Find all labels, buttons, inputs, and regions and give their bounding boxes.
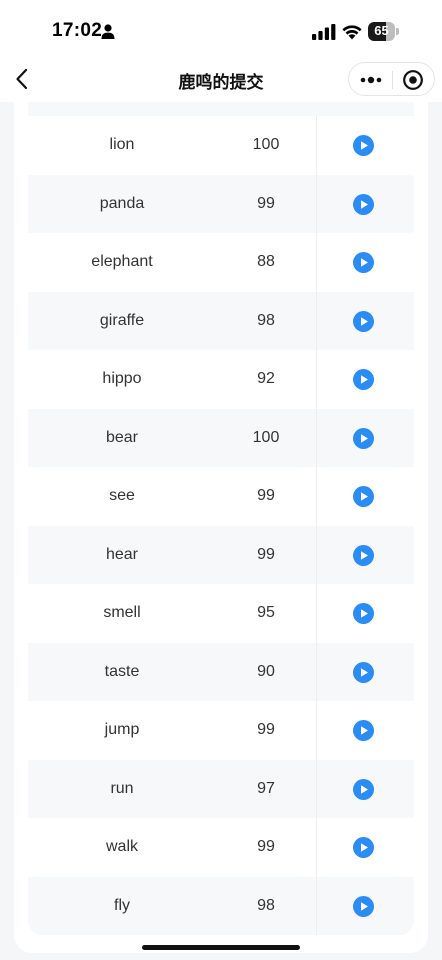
capsule-divider <box>392 71 393 89</box>
table-rows: lion 100 panda 99 elephant 88 giraffe 98… <box>28 116 414 935</box>
table-row: elephant 88 <box>28 233 414 292</box>
play-cell <box>316 350 414 409</box>
table-row: lion 100 <box>28 116 414 175</box>
play-circle-icon[interactable] <box>353 895 374 917</box>
word-cell: panda <box>99 194 145 212</box>
score-cell: 88 <box>257 253 275 270</box>
score-cell: 97 <box>257 779 275 797</box>
play-circle-icon[interactable] <box>353 720 374 741</box>
score-cell: 99 <box>257 721 275 738</box>
more-dots-icon[interactable] <box>359 71 383 89</box>
table-row: fly 98 <box>28 876 414 935</box>
play-cell <box>316 291 414 350</box>
play-cell <box>316 584 414 643</box>
word-cell: hippo <box>102 370 142 387</box>
play-cell <box>316 467 414 526</box>
score-cell: 99 <box>257 545 275 563</box>
play-cell <box>316 818 414 877</box>
previous-row-edge <box>28 102 414 116</box>
table-row: giraffe 98 <box>28 291 414 350</box>
table-row: hear 99 <box>28 525 414 584</box>
word-cell: taste <box>104 662 140 680</box>
word-cell: jump <box>104 721 140 738</box>
score-cell: 98 <box>257 896 275 914</box>
mini-program-capsule <box>348 62 435 96</box>
table-row: jump 99 <box>28 701 414 760</box>
play-circle-icon[interactable] <box>353 778 374 800</box>
submission-card: lion 100 panda 99 elephant 88 giraffe 98… <box>14 102 428 953</box>
word-cell: lion <box>109 136 135 153</box>
table-row: panda 99 <box>28 174 414 233</box>
score-table: lion 100 panda 99 elephant 88 giraffe 98… <box>28 102 414 936</box>
record-target-icon[interactable] <box>402 69 424 91</box>
table-row: walk 99 <box>28 818 414 877</box>
play-circle-icon[interactable] <box>353 544 374 566</box>
home-indicator <box>142 945 300 950</box>
person-icon <box>101 24 115 39</box>
play-circle-icon[interactable] <box>353 837 374 858</box>
play-cell <box>316 408 414 467</box>
play-circle-icon[interactable] <box>353 252 374 273</box>
status-bar: 17:02 65 <box>0 0 442 56</box>
screen: 17:02 65 鹿鸣的提交 lion 100 panda 99 elephan… <box>0 0 442 960</box>
play-cell <box>316 525 414 584</box>
play-circle-icon[interactable] <box>353 603 374 624</box>
battery-body: 65 <box>368 22 395 41</box>
word-cell: fly <box>114 896 130 914</box>
word-cell: see <box>109 487 135 504</box>
word-cell: giraffe <box>99 311 145 329</box>
battery-level: 65 <box>374 23 389 38</box>
word-cell: bear <box>105 428 139 446</box>
score-cell: 98 <box>257 311 275 329</box>
score-cell: 92 <box>257 370 275 387</box>
table-row: taste 90 <box>28 642 414 701</box>
battery-cap <box>396 28 399 35</box>
play-cell <box>316 759 414 818</box>
score-cell: 99 <box>257 194 275 212</box>
word-cell: walk <box>105 838 138 855</box>
play-circle-icon[interactable] <box>353 310 374 332</box>
play-circle-icon[interactable] <box>353 369 374 390</box>
word-cell: smell <box>103 604 141 621</box>
play-circle-icon[interactable] <box>353 193 374 215</box>
nav-bar: 鹿鸣的提交 <box>0 56 442 102</box>
score-cell: 99 <box>257 487 275 504</box>
table-row: see 99 <box>28 467 414 526</box>
status-time: 17:02 <box>52 20 103 41</box>
play-cell <box>316 116 414 175</box>
play-circle-icon[interactable] <box>353 135 374 156</box>
score-cell: 90 <box>257 662 275 680</box>
battery-icon: 65 <box>368 22 399 41</box>
play-cell <box>316 642 414 701</box>
table-row: run 97 <box>28 759 414 818</box>
play-circle-icon[interactable] <box>353 427 374 449</box>
word-cell: run <box>110 779 134 797</box>
wifi-icon <box>342 25 362 40</box>
play-cell <box>316 233 414 292</box>
score-cell: 100 <box>252 428 280 446</box>
table-row: smell 95 <box>28 584 414 643</box>
play-cell <box>316 876 414 935</box>
play-cell <box>316 701 414 760</box>
signal-icon <box>312 24 336 40</box>
word-cell: hear <box>105 545 139 563</box>
table-row: hippo 92 <box>28 350 414 409</box>
table-row: bear 100 <box>28 408 414 467</box>
play-circle-icon[interactable] <box>353 661 374 683</box>
score-cell: 95 <box>257 604 275 621</box>
word-cell: elephant <box>91 253 153 270</box>
play-circle-icon[interactable] <box>353 486 374 507</box>
play-cell <box>316 174 414 233</box>
score-cell: 100 <box>252 136 280 153</box>
score-cell: 99 <box>257 838 275 855</box>
